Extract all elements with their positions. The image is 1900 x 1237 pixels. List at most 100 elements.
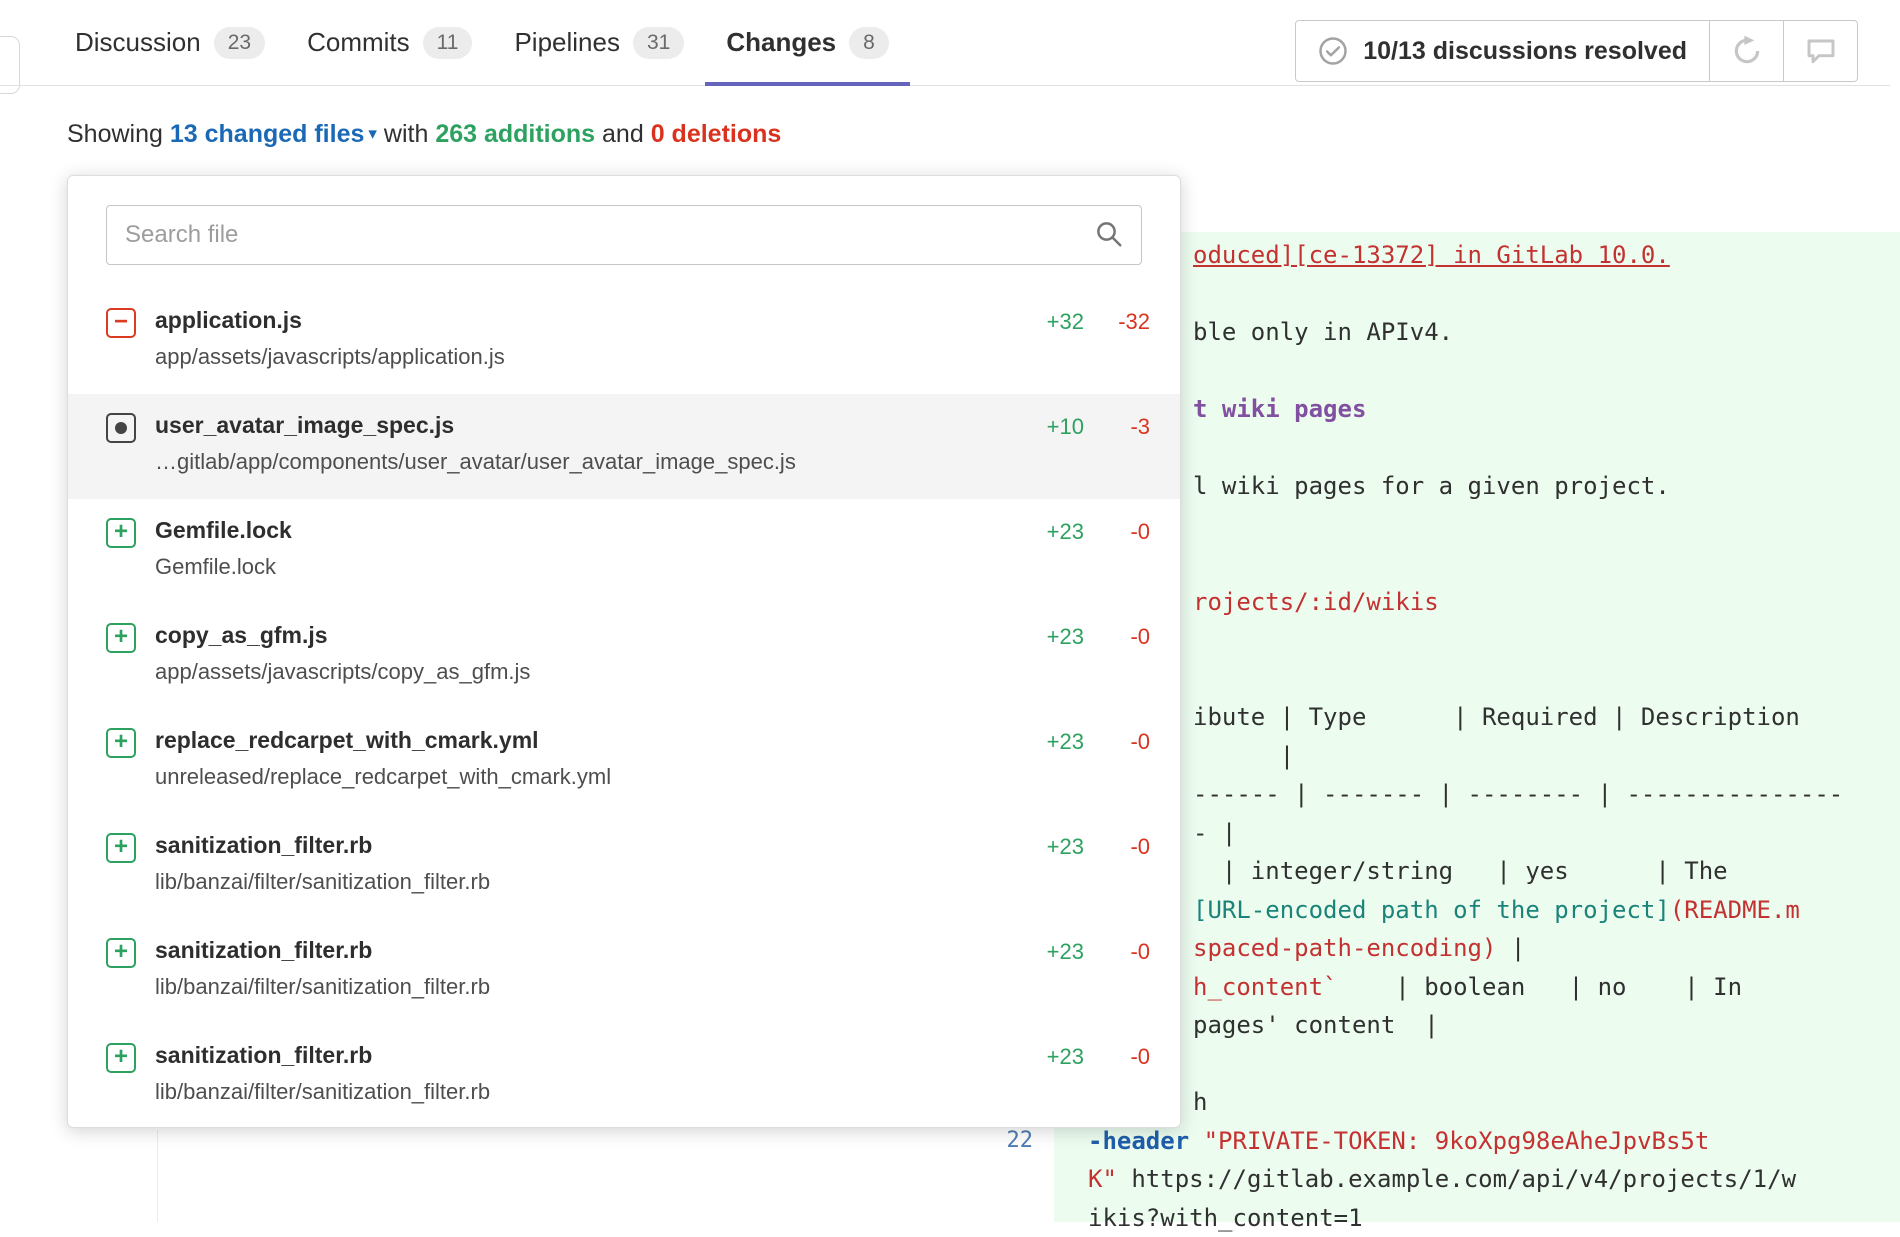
file-row[interactable]: copy_as_gfm.js app/assets/javascripts/co… bbox=[68, 604, 1180, 709]
diff-code-segment: (README.m bbox=[1670, 896, 1800, 924]
diff-line: ------ | ------- | -------- | ----------… bbox=[1193, 775, 1843, 814]
tab-label: Pipelines bbox=[514, 27, 620, 58]
file-deletions: -0 bbox=[1084, 1042, 1150, 1129]
diff-code-segment: | boolean | no | In bbox=[1338, 973, 1743, 1001]
diff-code-segment: t wiki pages bbox=[1193, 395, 1366, 423]
check-circle-icon bbox=[1318, 36, 1348, 66]
file-meta: sanitization_filter.rb lib/banzai/filter… bbox=[155, 830, 1006, 919]
diff-line: | bbox=[1193, 737, 1843, 776]
changed-files-list: application.js app/assets/javascripts/ap… bbox=[68, 289, 1180, 1129]
file-meta: replace_redcarpet_with_cmark.yml unrelea… bbox=[155, 725, 1006, 814]
summary-with: with bbox=[384, 120, 428, 148]
summary-and: and bbox=[602, 120, 644, 148]
diff-code-segment: ibute | Type | Required | Description bbox=[1193, 703, 1800, 731]
file-path: lib/banzai/filter/sanitization_filter.rb bbox=[155, 867, 1006, 897]
diff-line bbox=[1193, 275, 1843, 314]
diff-line: t wiki pages bbox=[1193, 390, 1843, 429]
discussions-widget: 10/13 discussions resolved bbox=[1295, 20, 1858, 82]
diff-code-segment: ------ | ------- | -------- | ----------… bbox=[1193, 780, 1843, 808]
file-additions: +23 bbox=[1006, 517, 1084, 604]
file-deletions: -3 bbox=[1084, 412, 1150, 499]
diff-code-segment: h bbox=[1193, 1088, 1207, 1116]
tab-changes[interactable]: Changes 8 bbox=[705, 0, 910, 85]
diff-line: ble only in APIv4. bbox=[1193, 313, 1843, 352]
tab-pipelines[interactable]: Pipelines 31 bbox=[493, 0, 705, 85]
file-additions: +23 bbox=[1006, 727, 1084, 814]
diff-line bbox=[1193, 1045, 1843, 1084]
file-row[interactable]: sanitization_filter.rb lib/banzai/filter… bbox=[68, 919, 1180, 1024]
file-deletions: -32 bbox=[1084, 307, 1150, 394]
diff-panel-left-edge bbox=[157, 1130, 158, 1222]
file-row[interactable]: application.js app/assets/javascripts/ap… bbox=[68, 289, 1180, 394]
diff-line: h bbox=[1193, 1083, 1843, 1122]
diff-line: ibute | Type | Required | Description bbox=[1193, 698, 1843, 737]
resolved-count-text: 10/13 discussions resolved bbox=[1363, 37, 1687, 66]
diff-line: [URL-encoded path of the project](README… bbox=[1193, 891, 1843, 930]
diff-code-segment: h_content` bbox=[1193, 973, 1338, 1001]
file-meta: application.js app/assets/javascripts/ap… bbox=[155, 305, 1006, 394]
comment-icon bbox=[1805, 35, 1837, 67]
diff-code-segment: ikis?with_content=1 bbox=[1088, 1204, 1363, 1232]
file-path: unreleased/replace_redcarpet_with_cmark.… bbox=[155, 762, 1006, 792]
resolve-all-in-new-issue-button[interactable] bbox=[1710, 20, 1784, 82]
diff-line: pages' content | bbox=[1193, 1006, 1843, 1045]
diff-code-segment: | bbox=[1496, 934, 1525, 962]
file-status-icon bbox=[106, 728, 136, 758]
file-row[interactable]: Gemfile.lock Gemfile.lock +23 -0 bbox=[68, 499, 1180, 604]
file-deletions: -0 bbox=[1084, 517, 1150, 604]
tab-count-badge: 11 bbox=[423, 27, 473, 59]
file-meta: sanitization_filter.rb lib/banzai/filter… bbox=[155, 1040, 1006, 1129]
tab-label: Changes bbox=[726, 27, 836, 58]
file-row[interactable]: user_avatar_image_spec.js …gitlab/app/co… bbox=[68, 394, 1180, 499]
tab-label: Discussion bbox=[75, 27, 201, 58]
summary-showing: Showing bbox=[67, 120, 163, 148]
diff-code-segment: | integer/string | yes | The bbox=[1193, 857, 1728, 885]
file-status-icon bbox=[106, 938, 136, 968]
file-status-icon bbox=[106, 623, 136, 653]
diff-line: rojects/:id/wikis bbox=[1193, 583, 1843, 622]
file-search-input[interactable] bbox=[106, 205, 1142, 265]
file-deletions: -0 bbox=[1084, 832, 1150, 919]
diff-code-segment: -header bbox=[1088, 1127, 1204, 1155]
file-name: user_avatar_image_spec.js bbox=[155, 410, 1006, 440]
diff-line: - | bbox=[1193, 814, 1843, 853]
tab-commits[interactable]: Commits 11 bbox=[286, 0, 493, 85]
diff-code-segment: rojects/:id/wikis bbox=[1193, 588, 1439, 616]
diff-line: ikis?with_content=1 bbox=[1088, 1199, 1843, 1237]
file-additions: +23 bbox=[1006, 937, 1084, 1024]
file-name: copy_as_gfm.js bbox=[155, 620, 1006, 650]
changed-files-dropdown-toggle[interactable]: 13 changed files bbox=[170, 120, 365, 148]
file-additions: +23 bbox=[1006, 622, 1084, 709]
diff-code-segment: - | bbox=[1193, 819, 1236, 847]
new-issue-icon bbox=[1731, 35, 1763, 67]
tab-count-badge: 8 bbox=[849, 27, 889, 59]
file-additions: +32 bbox=[1006, 307, 1084, 394]
file-name: sanitization_filter.rb bbox=[155, 830, 1006, 860]
file-path: lib/banzai/filter/sanitization_filter.rb bbox=[155, 972, 1006, 1002]
file-name: Gemfile.lock bbox=[155, 515, 1006, 545]
file-status-icon bbox=[106, 518, 136, 548]
diff-code-segment: | bbox=[1193, 742, 1294, 770]
file-list-dropdown: application.js app/assets/javascripts/ap… bbox=[67, 175, 1181, 1128]
tab-discussion[interactable]: Discussion 23 bbox=[54, 0, 286, 85]
diff-line bbox=[1193, 621, 1843, 660]
tab-count-badge: 31 bbox=[633, 27, 684, 59]
file-path: app/assets/javascripts/copy_as_gfm.js bbox=[155, 657, 1006, 687]
diff-code-segment: oduced][ce-13372] in GitLab 10.0. bbox=[1193, 241, 1670, 269]
file-row[interactable]: sanitization_filter.rb lib/banzai/filter… bbox=[68, 1024, 1180, 1129]
file-path: …gitlab/app/components/user_avatar/user_… bbox=[155, 447, 1006, 477]
diff-line: l wiki pages for a given project. bbox=[1193, 467, 1843, 506]
file-row[interactable]: replace_redcarpet_with_cmark.yml unrelea… bbox=[68, 709, 1180, 814]
diff-line bbox=[1193, 506, 1843, 545]
file-deletions: -0 bbox=[1084, 937, 1150, 1024]
file-row[interactable]: sanitization_filter.rb lib/banzai/filter… bbox=[68, 814, 1180, 919]
jump-to-next-discussion-button[interactable] bbox=[1784, 20, 1858, 82]
tab-label: Commits bbox=[307, 27, 410, 58]
diff-line: K" https://gitlab.example.com/api/v4/pro… bbox=[1088, 1160, 1843, 1199]
file-meta: Gemfile.lock Gemfile.lock bbox=[155, 515, 1006, 604]
file-status-icon bbox=[106, 833, 136, 863]
diff-code-segment: "PRIVATE-TOKEN: 9koXpg98eAheJpvBs5t bbox=[1204, 1127, 1710, 1155]
file-meta: user_avatar_image_spec.js …gitlab/app/co… bbox=[155, 410, 1006, 499]
diff-code-segment: ble only in APIv4. bbox=[1193, 318, 1453, 346]
search-icon bbox=[1094, 219, 1124, 249]
